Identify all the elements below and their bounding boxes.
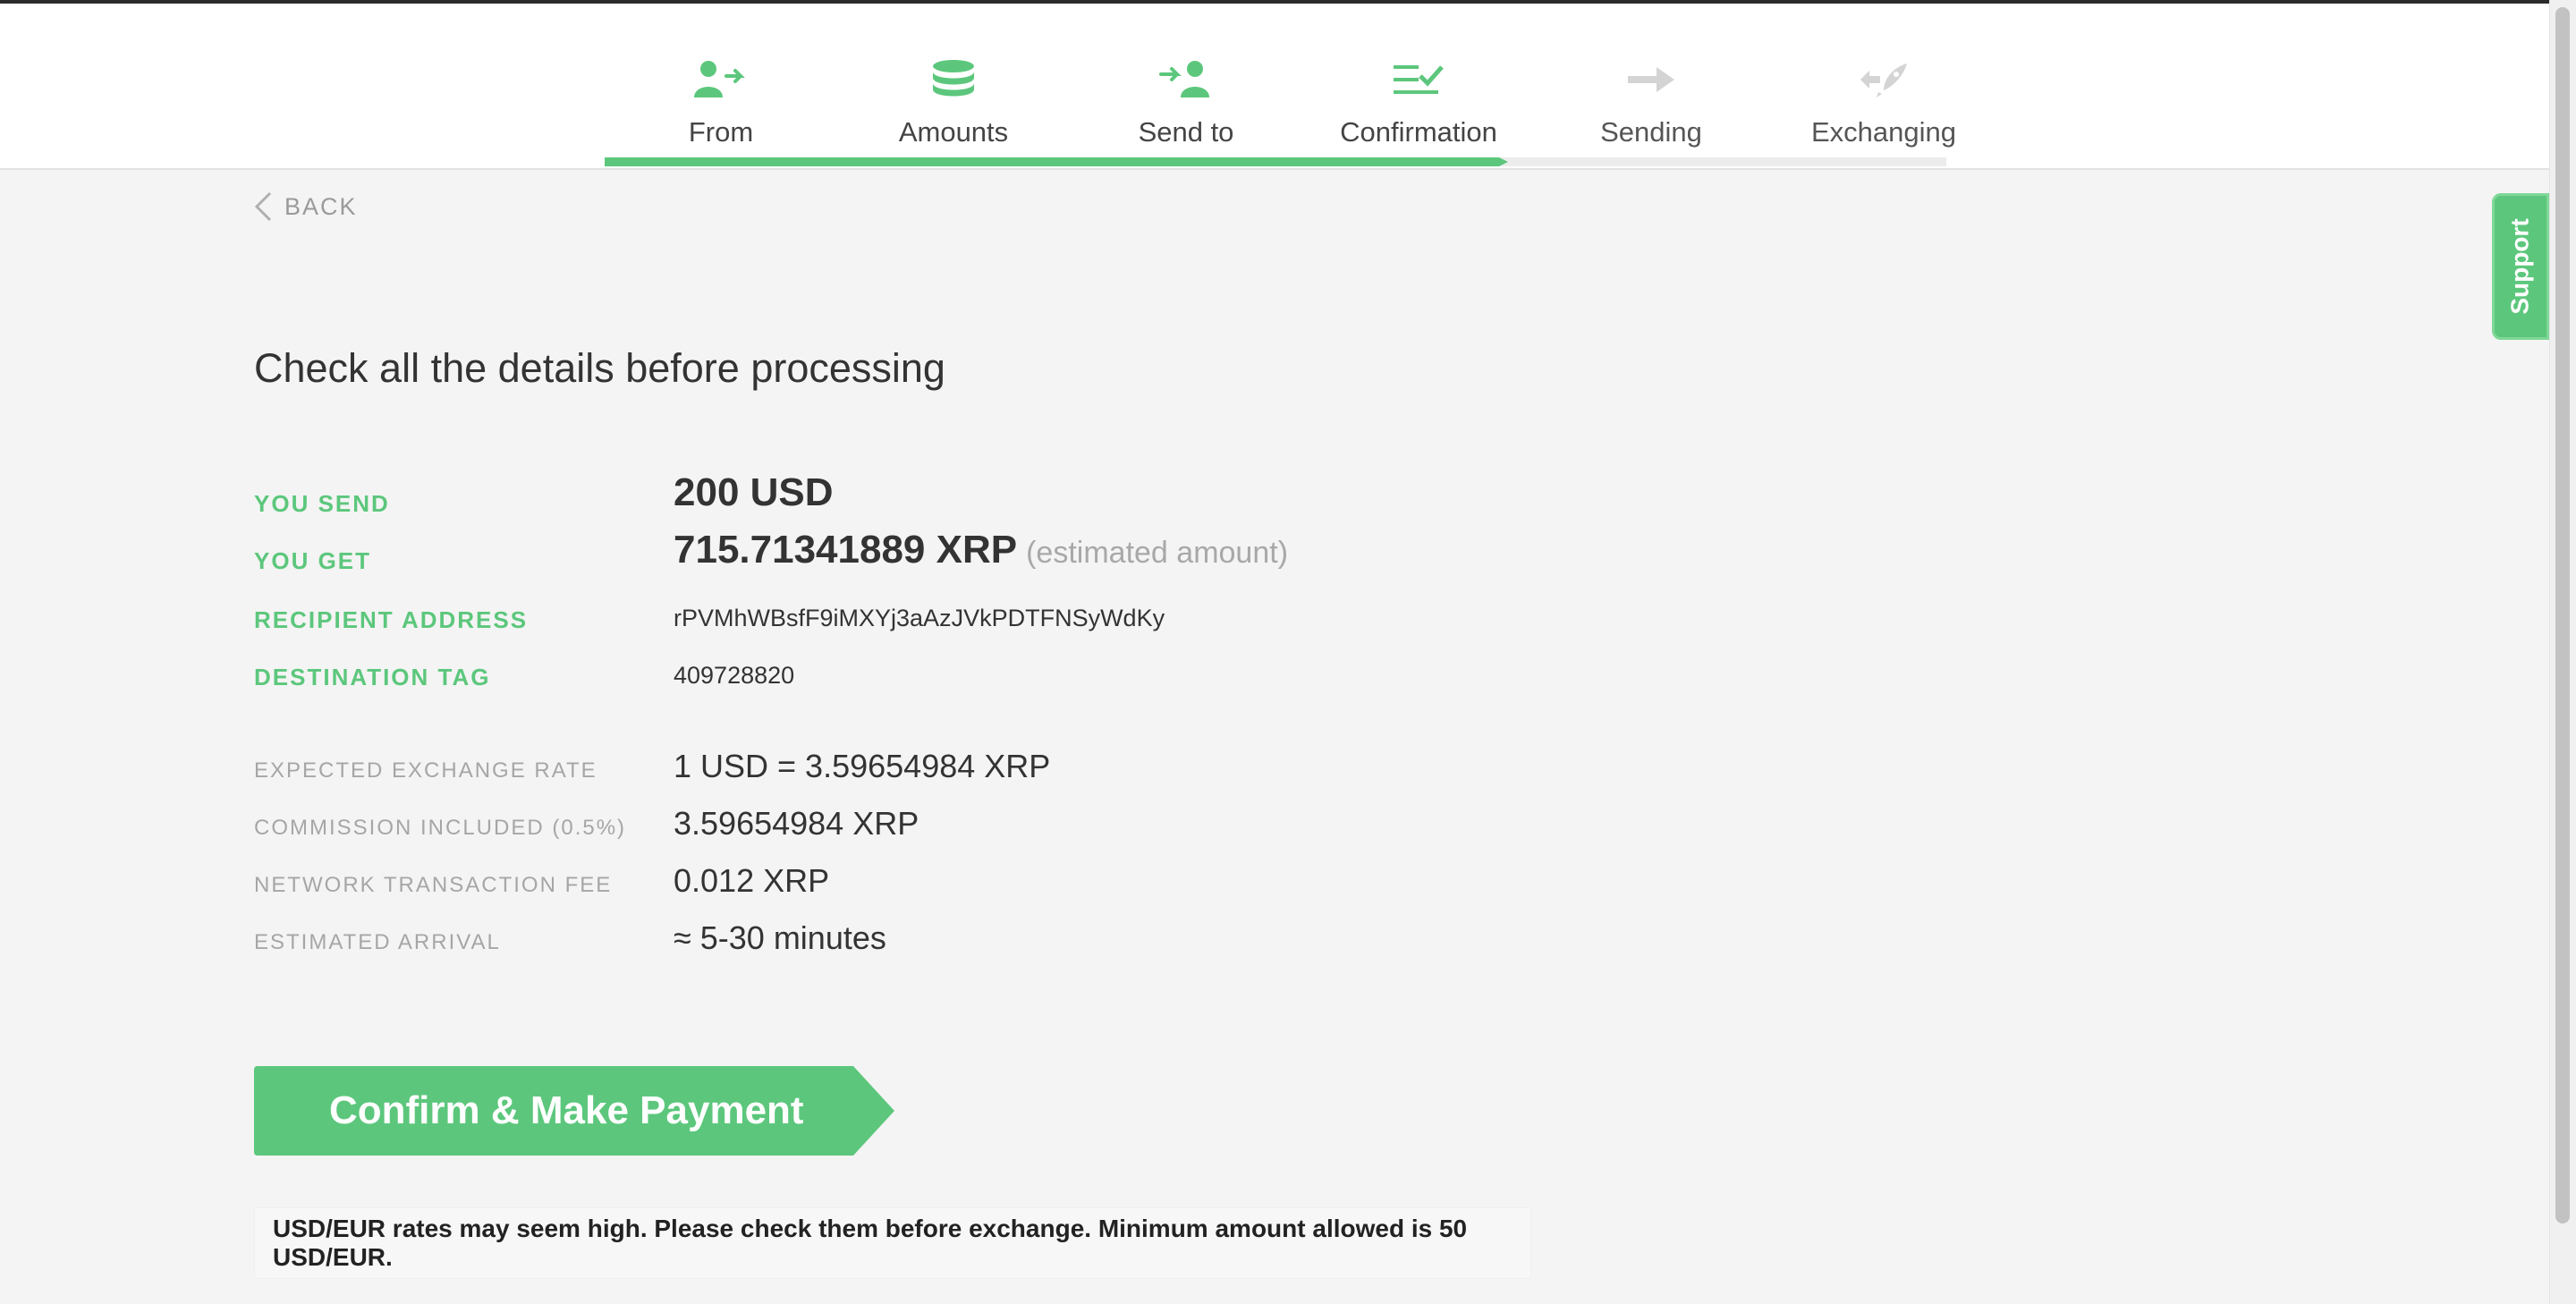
network-fee-label: NETWORK TRANSACTION FEE <box>254 873 613 897</box>
detail-you-get: YOU GET 715.71341889 XRP (estimated amoun… <box>254 522 1506 576</box>
you-get-value-wrap: 715.71341889 XRP (estimated amount) <box>674 528 1288 572</box>
commission-value: 3.59654984 XRP <box>674 805 919 842</box>
detail-exchange-rate: EXPECTED EXCHANGE RATE 1 USD = 3.5965498… <box>254 748 1506 792</box>
support-label: Support <box>2506 218 2534 315</box>
support-tab[interactable]: Support <box>2492 193 2549 340</box>
step-send-to-label: Send to <box>1138 116 1234 148</box>
detail-destination-tag: DESTINATION TAG 409728820 <box>254 662 1506 698</box>
steps-progress-tip <box>1499 157 1508 166</box>
arrow-user-icon <box>1155 55 1217 104</box>
stepper-header: From Amounts Send to Confirmation Sendin… <box>0 4 2549 170</box>
step-exchanging[interactable]: Exchanging <box>1767 4 2000 170</box>
detail-you-send: YOU SEND 200 USD <box>254 465 1506 519</box>
destination-tag-value: 409728820 <box>674 662 795 689</box>
chevron-left-icon <box>254 191 272 222</box>
scrollbar-thumb[interactable] <box>2555 7 2570 1224</box>
back-link[interactable]: BACK <box>254 191 358 222</box>
step-exchanging-label: Exchanging <box>1810 116 1956 148</box>
detail-arrival: ESTIMATED ARRIVAL ≈ 5-30 minutes <box>254 919 1506 964</box>
confirm-payment-button[interactable]: Confirm & Make Payment <box>254 1066 894 1156</box>
arrival-value: ≈ 5-30 minutes <box>674 919 886 956</box>
back-label: BACK <box>284 192 358 220</box>
step-from[interactable]: From <box>605 4 837 170</box>
you-get-value: 715.71341889 XRP <box>674 528 1018 572</box>
step-sending-label: Sending <box>1600 116 1702 148</box>
step-from-label: From <box>688 116 754 148</box>
you-get-label: YOU GET <box>254 547 372 574</box>
step-send-to[interactable]: Send to <box>1070 4 1302 170</box>
arrival-label: ESTIMATED ARRIVAL <box>254 930 501 954</box>
exchange-rate-label: EXPECTED EXCHANGE RATE <box>254 758 597 783</box>
detail-recipient: RECIPIENT ADDRESS rPVMhWBsfF9iMXYj3aAzJV… <box>254 605 1506 640</box>
steps-progress-fill <box>605 157 1499 166</box>
step-amounts[interactable]: Amounts <box>837 4 1070 170</box>
page-scrollbar[interactable] <box>2549 0 2576 1304</box>
user-arrow-icon <box>690 55 752 104</box>
rates-notice: USD/EUR rates may seem high. Please chec… <box>254 1207 1531 1279</box>
recipient-value: rPVMhWBsfF9iMXYj3aAzJVkPDTFNSyWdKy <box>674 605 1165 631</box>
exchange-rate-value: 1 USD = 3.59654984 XRP <box>674 748 1051 784</box>
page-title: Check all the details before processing <box>254 345 945 391</box>
commission-label: COMMISSION INCLUDED (0.5%) <box>254 816 627 840</box>
estimated-note: (estimated amount) <box>1026 536 1289 570</box>
you-send-label: YOU SEND <box>254 490 390 517</box>
you-send-value: 200 USD <box>674 470 834 514</box>
step-amounts-label: Amounts <box>898 116 1009 148</box>
step-sending[interactable]: Sending <box>1535 4 1767 170</box>
detail-network-fee: NETWORK TRANSACTION FEE 0.012 XRP <box>254 862 1506 907</box>
steps-progress-bar <box>605 157 1946 166</box>
network-fee-value: 0.012 XRP <box>674 862 830 899</box>
destination-tag-label: DESTINATION TAG <box>254 664 491 690</box>
steps-nav: From Amounts Send to Confirmation Sendin… <box>605 4 1956 170</box>
step-confirmation-label: Confirmation <box>1340 116 1497 148</box>
arrow-right-icon <box>1620 55 1682 104</box>
confirm-button-label: Confirm & Make Payment <box>329 1088 804 1132</box>
step-confirmation[interactable]: Confirmation <box>1302 4 1535 170</box>
list-check-icon <box>1387 55 1450 104</box>
coins-stack-icon <box>922 55 985 104</box>
recipient-label: RECIPIENT ADDRESS <box>254 606 529 633</box>
rocket-exchange-icon <box>1852 55 1915 104</box>
detail-commission: COMMISSION INCLUDED (0.5%) 3.59654984 XR… <box>254 805 1506 850</box>
